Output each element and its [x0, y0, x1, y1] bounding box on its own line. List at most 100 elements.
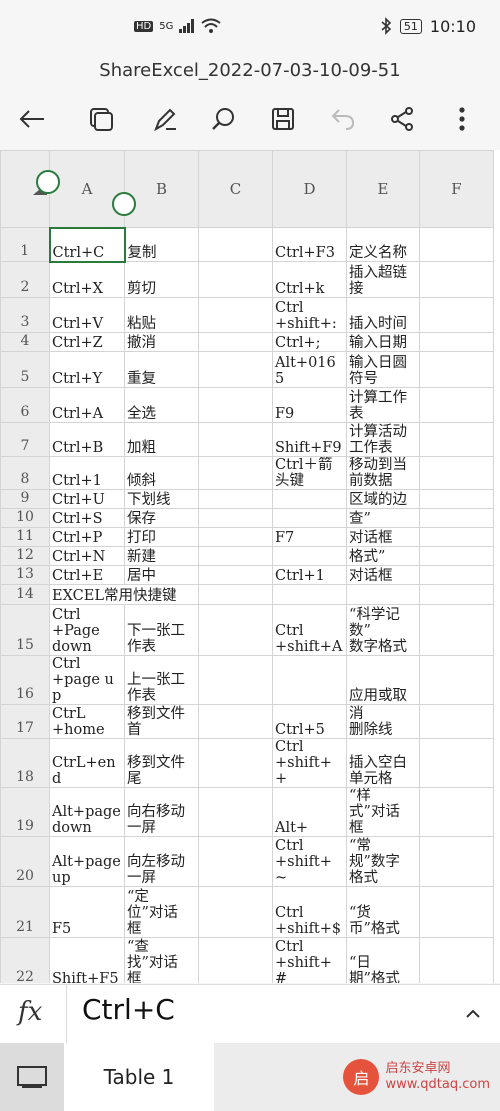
row-header[interactable]: 4	[0, 332, 50, 352]
cell-e1[interactable]: 定义名称	[346, 227, 420, 262]
cell-a4[interactable]: Ctrl+Z	[49, 332, 125, 352]
cell-e2[interactable]: 插入超链 接	[346, 261, 420, 298]
cell-a14[interactable]: EXCEL常用快捷键	[49, 584, 199, 605]
cell-c6[interactable]	[198, 387, 273, 423]
cell-f9[interactable]	[419, 489, 494, 509]
cell-e18[interactable]: 插入空白 单元格	[346, 738, 420, 788]
cell-d21[interactable]: Ctrl +shift+$	[272, 886, 347, 938]
cell-e5[interactable]: 输入日圆 符号	[346, 351, 420, 388]
row-header[interactable]: 20	[0, 836, 50, 887]
spreadsheet-grid[interactable]: A B C D E F 1 Ctrl+C 复制 Ctrl+F3 定义名称 2 Ctrl+X 剪…	[0, 150, 500, 983]
cell-a18[interactable]: CtrL+end	[49, 738, 125, 788]
search-icon[interactable]	[205, 100, 243, 138]
cell-a11[interactable]: Ctrl+P	[49, 527, 125, 547]
cell-e19[interactable]: “样 式”对话 框	[346, 787, 420, 837]
cell-c9[interactable]	[198, 489, 273, 509]
cell-f20[interactable]	[419, 836, 494, 887]
cell-c1[interactable]	[198, 227, 273, 262]
pages-icon[interactable]	[82, 100, 120, 138]
row-header[interactable]: 10	[0, 508, 50, 528]
row-header[interactable]: 16	[0, 655, 50, 705]
cell-c5[interactable]	[198, 351, 273, 388]
cell-f14[interactable]	[419, 584, 494, 605]
cell-b20[interactable]: 向左移动 一屏	[124, 836, 199, 887]
cell-e10[interactable]: 查”	[346, 508, 420, 528]
cell-b10[interactable]: 保存	[124, 508, 199, 528]
cell-b16[interactable]: 上一张工 作表	[124, 655, 199, 705]
cell-a3[interactable]: Ctrl+V	[49, 297, 125, 333]
cell-c20[interactable]	[198, 836, 273, 887]
column-header-f[interactable]: F	[419, 150, 494, 228]
cell-d13[interactable]: Ctrl+1	[272, 565, 347, 585]
column-header-a[interactable]: A	[49, 150, 125, 228]
cell-d10[interactable]	[272, 508, 347, 528]
cell-a21[interactable]: F5	[49, 886, 125, 938]
cell-b15[interactable]: 下一张工 作表	[124, 604, 199, 656]
cell-e22[interactable]: “日 期”格式	[346, 937, 420, 983]
cell-c18[interactable]	[198, 738, 273, 788]
row-header[interactable]: 21	[0, 886, 50, 938]
cell-b3[interactable]: 粘贴	[124, 297, 199, 333]
cell-e4[interactable]: 输入日期	[346, 332, 420, 352]
cell-f5[interactable]	[419, 351, 494, 388]
cell-a5[interactable]: Ctrl+Y	[49, 351, 125, 388]
row-header[interactable]: 11	[0, 527, 50, 547]
cell-b11[interactable]: 打印	[124, 527, 199, 547]
cell-e17[interactable]: 消 删除线	[346, 704, 420, 739]
cell-b4[interactable]: 撤消	[124, 332, 199, 352]
cell-a19[interactable]: Alt+page down	[49, 787, 125, 837]
cell-a17[interactable]: CtrL +home	[49, 704, 125, 739]
formula-value[interactable]: Ctrl+C	[82, 993, 175, 1026]
cell-c3[interactable]	[198, 297, 273, 333]
cell-d18[interactable]: Ctrl +shift++	[272, 738, 347, 788]
undo-icon[interactable]	[324, 100, 362, 138]
cell-f1[interactable]	[419, 227, 494, 262]
cell-b13[interactable]: 居中	[124, 565, 199, 585]
cell-b7[interactable]: 加粗	[124, 422, 199, 457]
column-header-d[interactable]: D	[272, 150, 347, 228]
cell-b21[interactable]: “定 位”对话 框	[124, 886, 199, 938]
cell-c22[interactable]	[198, 937, 273, 983]
cell-b1[interactable]: 复制	[124, 227, 199, 262]
cell-b12[interactable]: 新建	[124, 546, 199, 566]
cell-a12[interactable]: Ctrl+N	[49, 546, 125, 566]
cell-c17[interactable]	[198, 704, 273, 739]
cell-d7[interactable]: Shift+F9	[272, 422, 347, 457]
cell-a15[interactable]: Ctrl +Page down	[49, 604, 125, 656]
cell-d11[interactable]: F7	[272, 527, 347, 547]
cell-f11[interactable]	[419, 527, 494, 547]
cell-c13[interactable]	[198, 565, 273, 585]
cell-d9[interactable]	[272, 489, 347, 509]
row-header[interactable]: 19	[0, 787, 50, 837]
cell-e11[interactable]: 对话框	[346, 527, 420, 547]
row-header[interactable]: 1	[0, 227, 50, 262]
row-header[interactable]: 9	[0, 489, 50, 509]
cell-d19[interactable]: Alt+	[272, 787, 347, 837]
back-arrow-icon[interactable]	[13, 100, 51, 138]
row-header[interactable]: 5	[0, 351, 50, 388]
column-header-e[interactable]: E	[346, 150, 420, 228]
selection-handle-start[interactable]	[36, 170, 60, 194]
row-header[interactable]: 13	[0, 565, 50, 585]
sheet-tab-table-1[interactable]: Table 1	[64, 1043, 214, 1111]
cell-a2[interactable]: Ctrl+X	[49, 261, 125, 298]
cell-c8[interactable]	[198, 456, 273, 490]
save-icon[interactable]	[264, 100, 302, 138]
cell-c14[interactable]	[198, 584, 273, 605]
row-header[interactable]: 6	[0, 387, 50, 423]
cell-a6[interactable]: Ctrl+A	[49, 387, 125, 423]
cell-f15[interactable]	[419, 604, 494, 656]
cell-a1[interactable]: Ctrl+C	[48, 226, 126, 263]
cell-f19[interactable]	[419, 787, 494, 837]
cell-f18[interactable]	[419, 738, 494, 788]
cell-b2[interactable]: 剪切	[124, 261, 199, 298]
cell-d2[interactable]: Ctrl+k	[272, 261, 347, 298]
cell-d14[interactable]	[272, 584, 347, 605]
cell-c12[interactable]	[198, 546, 273, 566]
row-header[interactable]: 12	[0, 546, 50, 566]
selection-handle-end[interactable]	[112, 192, 136, 216]
cell-e14[interactable]	[346, 584, 420, 605]
cell-b9[interactable]: 下划线	[124, 489, 199, 509]
cell-c2[interactable]	[198, 261, 273, 298]
cell-c11[interactable]	[198, 527, 273, 547]
